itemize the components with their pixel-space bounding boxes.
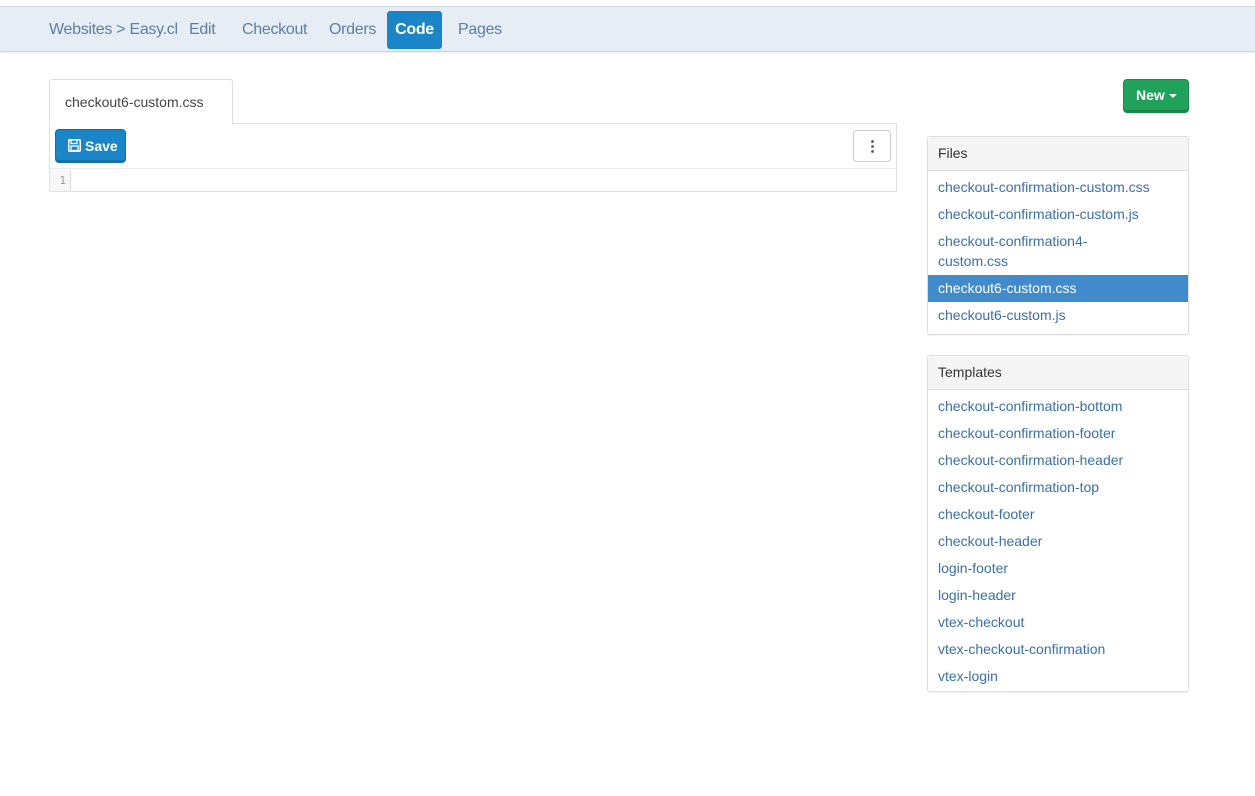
template-item[interactable]: checkout-header [928,528,1188,555]
floppy-disk-icon [68,139,81,152]
template-item[interactable]: checkout-confirmation-top [928,474,1188,501]
new-dropdown-button[interactable]: New [1123,79,1189,113]
code-editor: Save 1 [49,123,897,192]
save-button[interactable]: Save [55,129,126,163]
file-tab[interactable]: checkout6-custom.css [49,79,233,125]
nav-item-orders[interactable]: Orders [329,11,376,49]
nav-item-edit[interactable]: Edit [189,11,216,49]
save-button-label: Save [85,138,118,154]
file-item[interactable]: checkout-confirmation-custom.css [928,174,1188,201]
editor-toolbar: Save [50,124,896,169]
nav-item-code[interactable]: Code [387,11,442,49]
template-item[interactable]: vtex-login [928,663,1188,690]
file-item[interactable]: checkout-confirmation-custom.js [928,201,1188,228]
file-item-active[interactable]: checkout6-custom.css [928,275,1188,302]
template-item[interactable]: vtex-checkout-confirmation [928,636,1188,663]
code-input-area[interactable] [72,170,896,191]
nav-item-pages[interactable]: Pages [458,11,502,49]
breadcrumb-websites-easy[interactable]: Websites > Easy.cl [49,11,178,49]
templates-panel-title: Templates [928,356,1188,390]
template-item[interactable]: vtex-checkout [928,609,1188,636]
new-button-label: New [1136,87,1165,103]
line-number: 1 [50,170,71,191]
template-item[interactable]: checkout-confirmation-bottom [928,393,1188,420]
template-item[interactable]: checkout-footer [928,501,1188,528]
template-item[interactable]: login-footer [928,555,1188,582]
more-options-button[interactable] [853,130,891,162]
files-panel: Files checkout-confirmation-custom.css c… [927,136,1189,335]
template-item[interactable]: checkout-confirmation-header [928,447,1188,474]
files-panel-title: Files [928,137,1188,171]
nav-item-checkout[interactable]: Checkout [242,11,308,49]
templates-panel: Templates checkout-confirmation-bottom c… [927,355,1189,692]
file-item[interactable]: checkout-confirmation4-custom.css [928,228,1128,275]
top-nav: Websites > Easy.cl Edit Checkout Orders … [0,6,1255,52]
files-list: checkout-confirmation-custom.css checkou… [928,171,1188,332]
caret-down-icon [1169,94,1177,98]
template-item[interactable]: login-header [928,582,1188,609]
templates-list: checkout-confirmation-bottom checkout-co… [928,390,1188,693]
template-item[interactable]: checkout-confirmation-footer [928,420,1188,447]
vertical-ellipsis-icon [871,140,874,153]
file-item[interactable]: checkout6-custom.js [928,302,1188,329]
